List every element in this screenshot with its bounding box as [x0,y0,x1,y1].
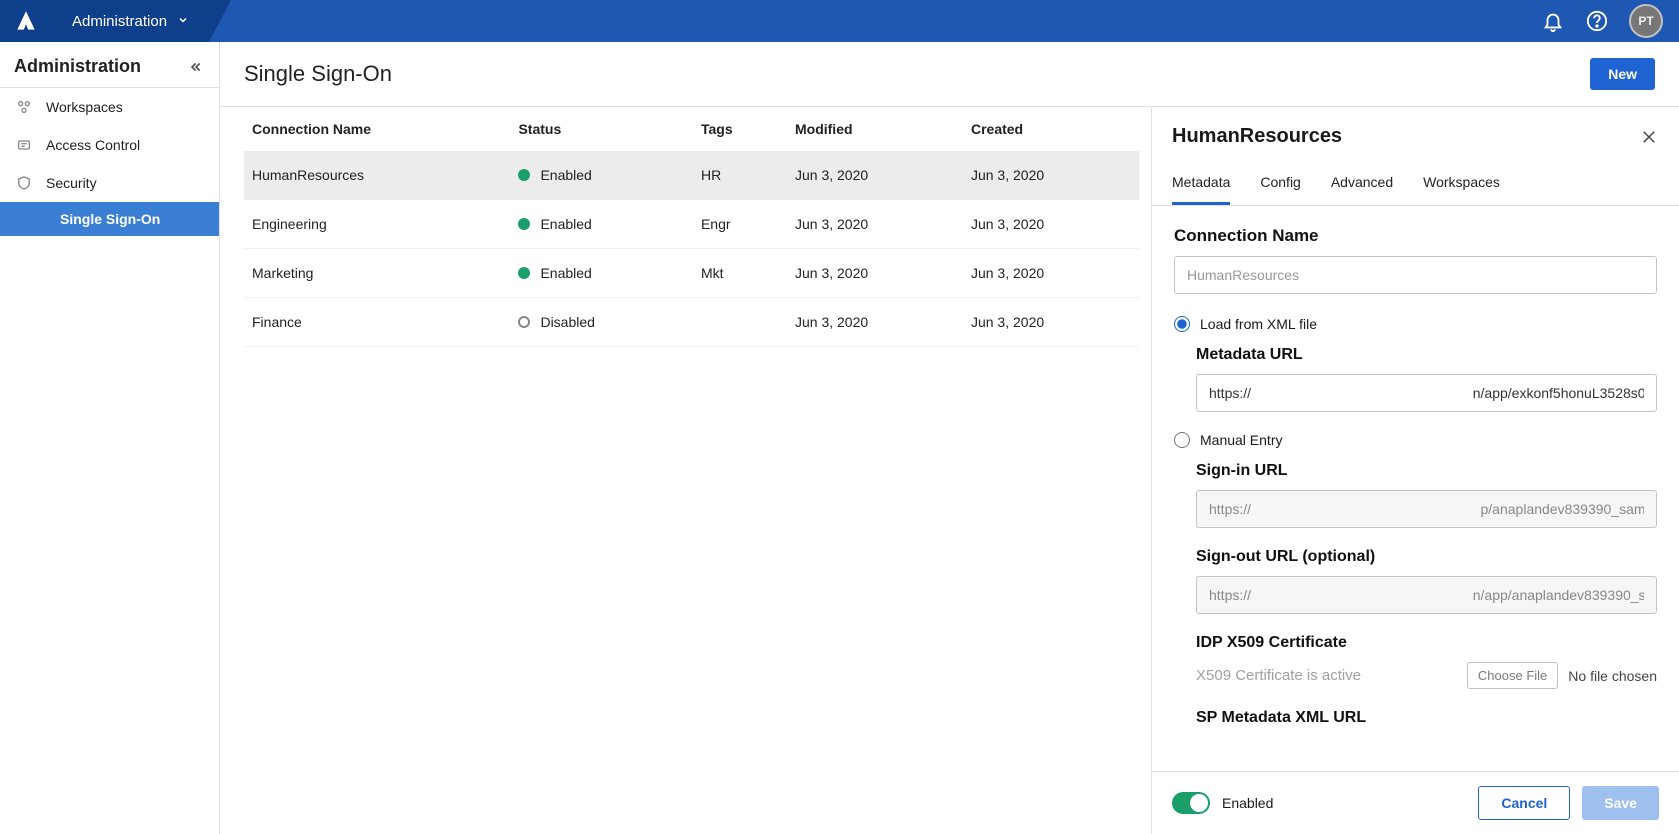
status-text: Enabled [540,167,591,183]
connection-name-label: Connection Name [1174,226,1657,246]
sidebar-item-label: Security [46,175,97,191]
detail-body: Connection Name Load from XML file Metad… [1152,206,1679,771]
table-cell: Jun 3, 2020 [787,298,963,347]
radio-load-xml-input[interactable] [1174,316,1190,332]
no-file-chosen-label: No file chosen [1568,668,1657,684]
table-cell: Enabled [510,249,693,298]
sidebar-title: Administration [14,56,141,77]
radio-manual-input[interactable] [1174,432,1190,448]
detail-footer: Enabled Cancel Save [1152,771,1679,834]
radio-manual-label: Manual Entry [1200,432,1282,448]
table-cell: HumanResources [244,151,510,200]
chevron-down-icon [177,13,189,30]
connections-table: Connection NameStatusTagsModifiedCreated… [244,107,1139,347]
detail-panel: HumanResources Metadata Config Advanced Wor… [1151,107,1679,834]
status-dot-icon [518,316,530,328]
save-button[interactable]: Save [1582,786,1659,820]
topbar: Administration PT [0,0,1679,42]
tab-workspaces[interactable]: Workspaces [1423,162,1500,205]
signout-url-label: Sign-out URL (optional) [1196,548,1657,566]
table-cell: Enabled [510,151,693,200]
signin-url-label: Sign-in URL [1196,462,1657,480]
table-row[interactable]: Finance Disabled Jun 3, 2020Jun 3, 2020 [244,298,1139,347]
table-cell: Jun 3, 2020 [963,249,1139,298]
app-switcher-label: Administration [72,13,167,30]
app-logo[interactable] [0,0,52,42]
table-cell: Marketing [244,249,510,298]
table-cell: Disabled [510,298,693,347]
radio-load-xml-label: Load from XML file [1200,316,1317,332]
shield-icon [14,173,34,193]
table-row[interactable]: EngineeringEnabledEngrJun 3, 2020Jun 3, … [244,200,1139,249]
status-dot-icon [518,267,530,279]
close-icon[interactable] [1639,127,1659,147]
notifications-icon[interactable] [1541,9,1565,33]
idp-cert-label: IDP X509 Certificate [1196,634,1657,652]
page-title: Single Sign-On [244,61,392,87]
table-cell: Jun 3, 2020 [787,249,963,298]
enabled-toggle-label: Enabled [1222,795,1273,811]
table-cell: Jun 3, 2020 [963,200,1139,249]
new-button[interactable]: New [1590,58,1655,90]
cancel-button[interactable]: Cancel [1478,786,1570,820]
column-header[interactable]: Created [963,107,1139,151]
sidebar: Administration Workspaces Access Control S… [0,42,220,834]
sidebar-item-label: Workspaces [46,99,123,115]
sidebar-collapse-button[interactable] [185,57,205,77]
table-row[interactable]: HumanResourcesEnabledHRJun 3, 2020Jun 3,… [244,151,1139,200]
table-cell: Enabled [510,200,693,249]
help-icon[interactable] [1585,9,1609,33]
idp-cert-status: X509 Certificate is active [1196,667,1457,684]
table-cell: Jun 3, 2020 [787,151,963,200]
status-text: Enabled [540,216,591,232]
sidebar-item-single-sign-on[interactable]: Single Sign-On [0,202,219,236]
tab-advanced[interactable]: Advanced [1331,162,1393,205]
status-text: Enabled [540,265,591,281]
column-header[interactable]: Connection Name [244,107,510,151]
table-row[interactable]: MarketingEnabledMktJun 3, 2020Jun 3, 202… [244,249,1139,298]
radio-load-xml[interactable]: Load from XML file [1174,316,1657,332]
connection-name-input[interactable] [1174,256,1657,294]
table-cell: Finance [244,298,510,347]
column-header[interactable]: Status [510,107,693,151]
detail-tabs: Metadata Config Advanced Workspaces [1152,162,1679,206]
tab-config[interactable]: Config [1260,162,1300,205]
avatar-initials: PT [1638,14,1653,28]
table-cell: HR [693,151,787,200]
signin-url-input[interactable] [1196,490,1657,528]
main-content: Single Sign-On New Connection NameStatus… [220,42,1679,834]
enabled-toggle[interactable] [1172,792,1210,814]
radio-manual-entry[interactable]: Manual Entry [1174,432,1657,448]
table-cell: Engineering [244,200,510,249]
status-dot-icon [518,218,530,230]
detail-title: HumanResources [1172,125,1342,148]
sidebar-item-workspaces[interactable]: Workspaces [0,88,219,126]
metadata-url-input[interactable] [1196,374,1657,412]
table-cell: Engr [693,200,787,249]
sp-metadata-label: SP Metadata XML URL [1196,709,1657,727]
table-cell: Jun 3, 2020 [963,298,1139,347]
connections-table-wrap: Connection NameStatusTagsModifiedCreated… [220,107,1151,834]
column-header[interactable]: Modified [787,107,963,151]
status-dot-icon [518,169,530,181]
status-text: Disabled [540,314,594,330]
signout-url-input[interactable] [1196,576,1657,614]
table-cell [693,298,787,347]
tab-metadata[interactable]: Metadata [1172,162,1230,205]
table-cell: Jun 3, 2020 [963,151,1139,200]
sidebar-item-label: Access Control [46,137,140,153]
app-switcher[interactable]: Administration [52,0,209,42]
metadata-url-label: Metadata URL [1196,346,1657,364]
table-cell: Jun 3, 2020 [787,200,963,249]
table-cell: Mkt [693,249,787,298]
workspaces-icon [14,97,34,117]
sidebar-item-access-control[interactable]: Access Control [0,126,219,164]
sidebar-item-security[interactable]: Security [0,164,219,202]
access-control-icon [14,135,34,155]
column-header[interactable]: Tags [693,107,787,151]
choose-file-button[interactable]: Choose File [1467,662,1558,689]
user-avatar[interactable]: PT [1629,4,1663,38]
